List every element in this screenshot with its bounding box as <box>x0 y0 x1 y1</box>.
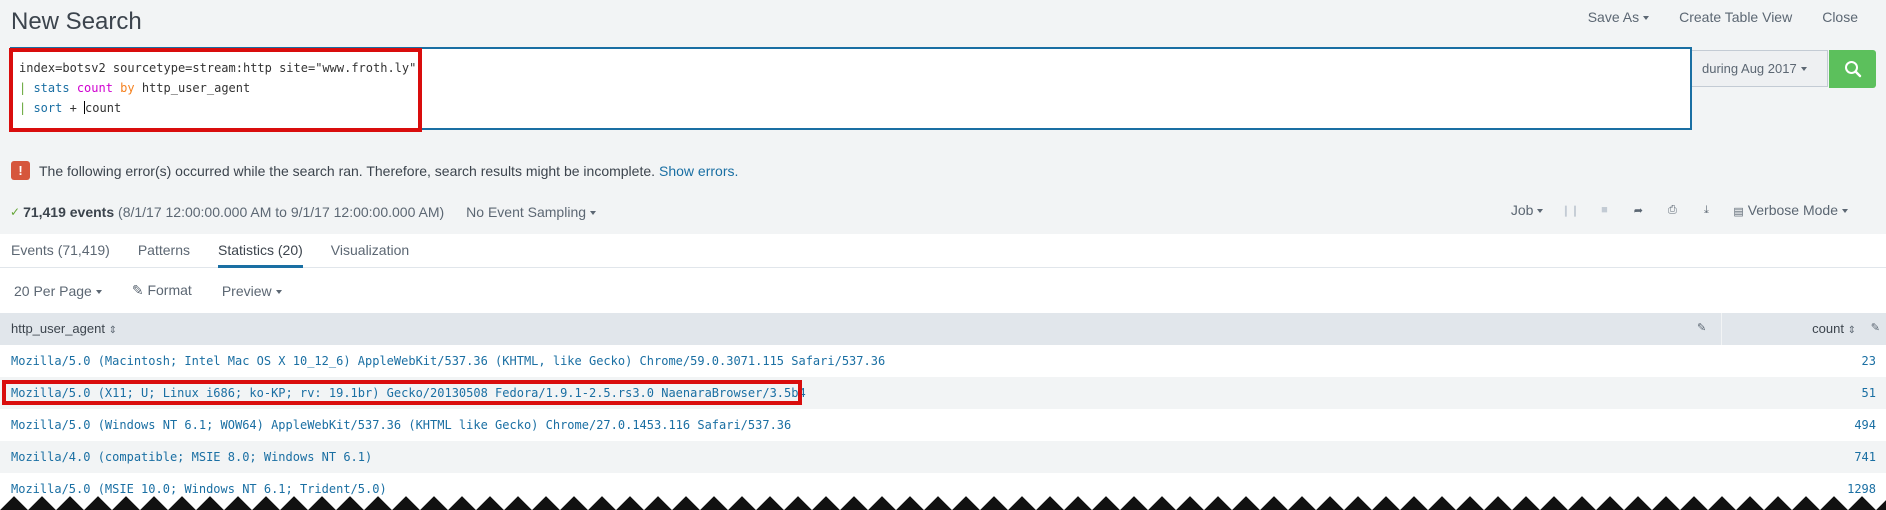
agent-cell[interactable]: Mozilla/5.0 (Windows NT 6.1; WOW64) Appl… <box>11 418 791 432</box>
preview-label: Preview <box>221 282 272 299</box>
tab-patterns[interactable]: Patterns <box>138 234 190 268</box>
format-menu[interactable]: ✎ Format <box>132 282 192 299</box>
column-header-agent-label: http_user_agent <box>11 321 105 336</box>
field-token: http_user_agent <box>141 81 251 95</box>
pencil-icon: ✎ <box>131 282 144 298</box>
function-token: count <box>76 81 113 95</box>
error-text: The following error(s) occurred while th… <box>39 162 656 179</box>
edit-column-icon[interactable]: ✎ <box>1697 321 1706 334</box>
job-status-bar: ✓ 71,419 events (8/1/17 12:00:00.000 AM … <box>10 202 1876 222</box>
share-icon[interactable]: ➦ <box>1631 203 1645 217</box>
search-mode-label: Verbose Mode <box>1747 202 1838 218</box>
count-cell[interactable]: 51 <box>1862 386 1876 400</box>
mode-icon: ▤ <box>1733 206 1744 218</box>
job-controls: Job ❙❙ ■ ➦ ⎙ ⤓ ▤ Verbose Mode <box>1511 202 1848 218</box>
show-errors-link[interactable]: Show errors. <box>659 163 738 179</box>
search-line-2: | stats count by http_user_agent <box>19 81 250 95</box>
count-cell[interactable]: 494 <box>1854 418 1876 432</box>
caret-down-icon <box>275 289 282 294</box>
table-row: Mozilla/5.0 (Macintosh; Intel Mac OS X 1… <box>0 345 1886 377</box>
table-row: Mozilla/5.0 (Windows NT 6.1; WOW64) Appl… <box>0 409 1886 441</box>
caret-down-icon <box>1643 16 1650 21</box>
caret-down-icon <box>1800 66 1807 71</box>
caret-down-icon <box>1537 209 1544 214</box>
agent-cell[interactable]: Mozilla/4.0 (compatible; MSIE 8.0; Windo… <box>11 450 372 464</box>
job-menu[interactable]: Job <box>1511 202 1544 218</box>
table-header: http_user_agent ⇕ ✎ count ⇕ ✎ <box>0 313 1886 345</box>
save-as-menu[interactable]: Save As <box>1587 9 1650 25</box>
top-actions: Save As Create Table View Close <box>1588 9 1858 25</box>
results-tabs: Events (71,419) Patterns Statistics (20)… <box>0 234 1886 268</box>
column-header-count[interactable]: count ⇕ <box>1812 321 1856 336</box>
agent-cell[interactable]: Mozilla/5.0 (X11; U; Linux i686; ko-KP; … <box>11 386 806 400</box>
pipe-token: | <box>19 101 34 115</box>
pipe-token: | <box>19 81 34 95</box>
close-link[interactable]: Close <box>1822 9 1858 25</box>
column-header-count-label: count <box>1812 321 1844 336</box>
check-icon: ✓ <box>10 205 21 219</box>
caret-down-icon <box>1842 209 1848 214</box>
time-range-picker[interactable]: during Aug 2017 <box>1692 50 1828 87</box>
event-sampling-label: No Event Sampling <box>466 204 587 220</box>
by-token: by <box>120 81 135 95</box>
save-as-label: Save As <box>1587 9 1640 25</box>
time-range-text: (8/1/17 12:00:00.000 AM to 9/1/17 12:00:… <box>118 204 445 220</box>
column-header-agent[interactable]: http_user_agent ⇕ <box>11 321 117 336</box>
agent-cell[interactable]: Mozilla/5.0 (Macintosh; Intel Mac OS X 1… <box>11 354 885 368</box>
search-button[interactable] <box>1829 50 1876 88</box>
create-table-view-link[interactable]: Create Table View <box>1679 9 1792 25</box>
command-token: stats <box>33 81 70 95</box>
tab-events[interactable]: Events (71,419) <box>11 234 110 268</box>
event-sampling-menu[interactable]: No Event Sampling <box>466 204 597 220</box>
caret-down-icon <box>95 289 102 294</box>
count-cell[interactable]: 23 <box>1862 354 1876 368</box>
table-row: Mozilla/5.0 (X11; U; Linux i686; ko-KP; … <box>0 377 1886 409</box>
per-page-label: 20 Per Page <box>14 282 92 299</box>
table-row: Mozilla/4.0 (compatible; MSIE 8.0; Windo… <box>0 441 1886 473</box>
sort-icon: ⇕ <box>1847 325 1856 336</box>
results-toolbar: 20 Per Page ✎ Format Preview <box>0 268 1886 313</box>
page-title: New Search <box>11 8 142 35</box>
column-divider <box>1721 313 1722 345</box>
search-icon <box>1844 61 1861 78</box>
export-icon[interactable]: ⤓ <box>1699 203 1713 217</box>
print-icon[interactable]: ⎙ <box>1665 203 1679 217</box>
operator-token: + <box>69 101 85 115</box>
error-message: ! The following error(s) occurred while … <box>11 161 738 180</box>
stop-icon[interactable]: ■ <box>1597 203 1611 217</box>
tab-statistics[interactable]: Statistics (20) <box>217 234 303 268</box>
pause-icon[interactable]: ❙❙ <box>1561 203 1579 217</box>
job-label: Job <box>1510 202 1534 218</box>
edit-column-icon[interactable]: ✎ <box>1871 321 1880 334</box>
sort-icon: ⇕ <box>108 325 117 336</box>
error-icon: ! <box>11 161 30 180</box>
per-page-menu[interactable]: 20 Per Page <box>14 283 102 299</box>
preview-menu[interactable]: Preview <box>222 283 282 299</box>
search-line-1: index=botsv2 sourcetype=stream:http site… <box>19 61 417 75</box>
field-token-rest: ount <box>92 101 122 115</box>
command-token: sort <box>33 101 63 115</box>
tab-visualization[interactable]: Visualization <box>331 234 409 268</box>
count-cell[interactable]: 741 <box>1854 450 1876 464</box>
time-range-label: during Aug 2017 <box>1702 61 1797 76</box>
search-editor[interactable] <box>10 47 1692 130</box>
event-count: 71,419 events <box>23 204 115 220</box>
search-line-3: | sort + count <box>19 101 121 115</box>
torn-edge <box>0 494 1886 510</box>
search-mode-menu[interactable]: ▤ Verbose Mode <box>1733 202 1848 218</box>
format-label: Format <box>147 282 192 298</box>
caret-down-icon <box>590 211 597 216</box>
